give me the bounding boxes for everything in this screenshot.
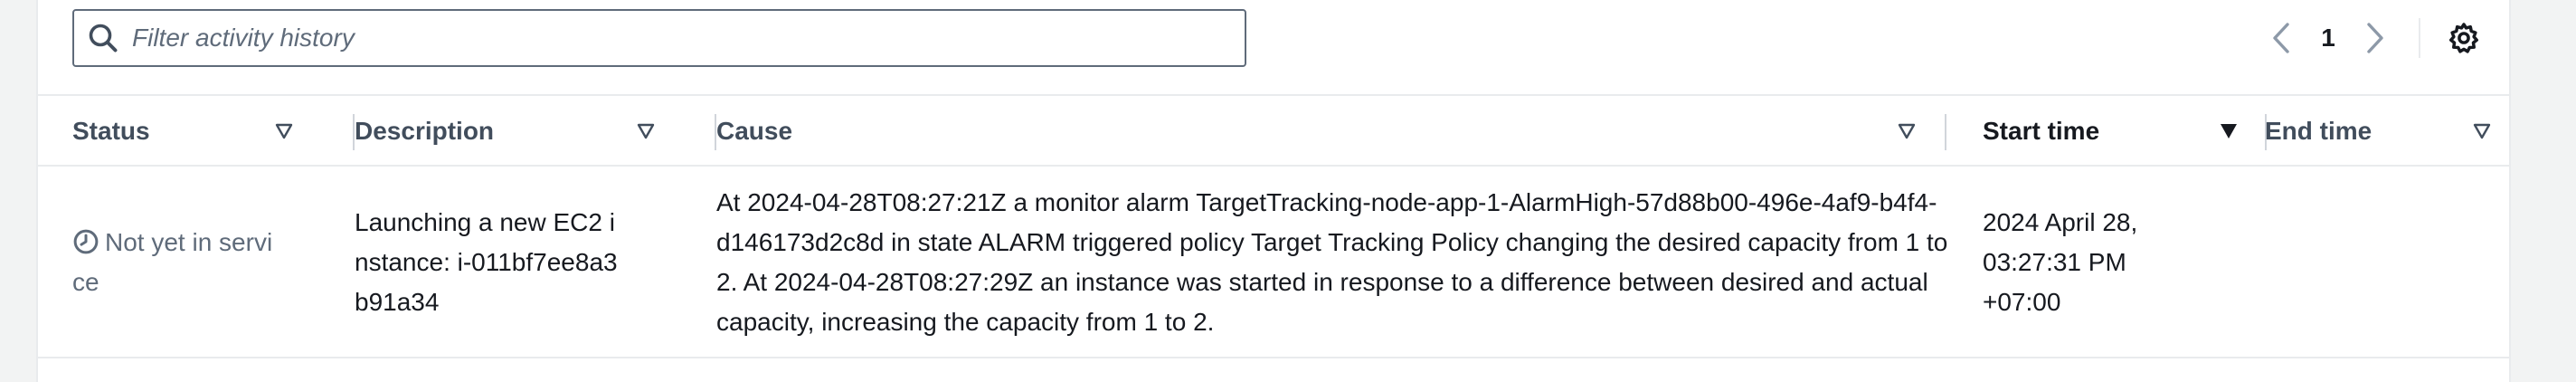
status-text: Not yet in service (72, 228, 273, 296)
chevron-left-icon (2273, 23, 2289, 53)
column-header-end-time[interactable]: End time (2265, 96, 2509, 167)
start-time-cell: 2024 April 28, 03:27:31 PM +07:00 (1983, 208, 2138, 316)
table-header: Status Description Cause Start time End … (38, 96, 2509, 167)
table-toolbar: 1 (38, 0, 2509, 96)
table-row[interactable]: Not yet in service Launching a new EC2 i… (38, 167, 2509, 358)
gear-icon (2449, 23, 2478, 53)
column-header-status[interactable]: Status (72, 96, 362, 167)
column-label: Cause (716, 117, 793, 145)
pager-divider (2419, 18, 2420, 58)
cause-cell: At 2024-04-28T08:27:21Z a monitor alarm … (716, 188, 1948, 336)
sort-caret-icon[interactable] (275, 123, 293, 139)
column-header-description[interactable]: Description (355, 96, 716, 167)
search-icon (89, 24, 118, 53)
column-label: Status (72, 117, 150, 145)
sort-caret-icon[interactable] (1898, 123, 1916, 139)
filter-input[interactable] (132, 24, 1245, 53)
sort-caret-icon[interactable] (637, 123, 655, 139)
filter-field[interactable] (72, 9, 1246, 67)
chevron-right-icon (2367, 23, 2383, 53)
previous-page-button[interactable] (2263, 18, 2299, 58)
sort-caret-icon[interactable] (2473, 123, 2491, 139)
activity-history-panel: 1 Status (36, 0, 2511, 382)
pagination: 1 (2263, 13, 2482, 63)
column-header-cause[interactable]: Cause (716, 96, 1983, 167)
status-indicator: Not yet in service (72, 223, 280, 302)
description-cell: Launching a new EC2 instance: i-011bf7ee… (355, 208, 618, 316)
column-header-start-time[interactable]: Start time (1983, 96, 2267, 167)
column-resizer[interactable] (1945, 114, 1946, 150)
column-label: Description (355, 117, 495, 145)
status-cell: Not yet in service (72, 223, 280, 302)
column-label: Start time (1983, 117, 2100, 145)
preferences-button[interactable] (2446, 20, 2482, 56)
column-label: End time (2265, 117, 2372, 145)
sort-descending-icon[interactable] (2220, 123, 2238, 139)
next-page-button[interactable] (2357, 18, 2393, 58)
clock-icon (73, 229, 99, 254)
page-number[interactable]: 1 (2299, 24, 2357, 53)
